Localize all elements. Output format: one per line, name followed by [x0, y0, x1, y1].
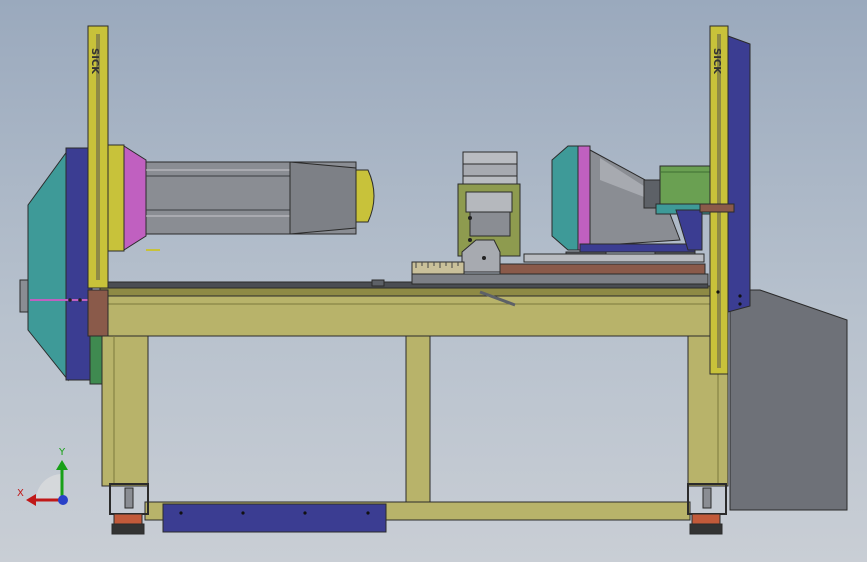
table-frame	[99, 285, 729, 535]
right-cabinet	[729, 289, 848, 511]
left-light-curtain: SICK	[87, 25, 109, 289]
left-drive-housing	[19, 147, 93, 382]
left-bracket	[87, 289, 109, 337]
left-sick-label: SICK	[89, 48, 100, 75]
cad-viewport[interactable]: SICK SICK X Y	[0, 0, 867, 562]
right-sick-label: SICK	[711, 48, 722, 75]
bottom-plate	[162, 503, 387, 533]
view-triad[interactable]: X Y	[17, 447, 68, 506]
x-axis-arrow-icon	[26, 494, 36, 506]
left-green-block	[89, 335, 103, 385]
x-axis-label: X	[17, 488, 24, 499]
left-spindle	[107, 144, 375, 252]
z-axis-dot-icon	[58, 495, 68, 505]
y-axis-label: Y	[58, 447, 66, 458]
y-axis-arrow-icon	[56, 460, 68, 470]
center-stack-unit	[457, 151, 521, 273]
right-light-curtain: SICK	[709, 25, 729, 375]
machine-drawing: SICK SICK X Y	[17, 25, 848, 535]
